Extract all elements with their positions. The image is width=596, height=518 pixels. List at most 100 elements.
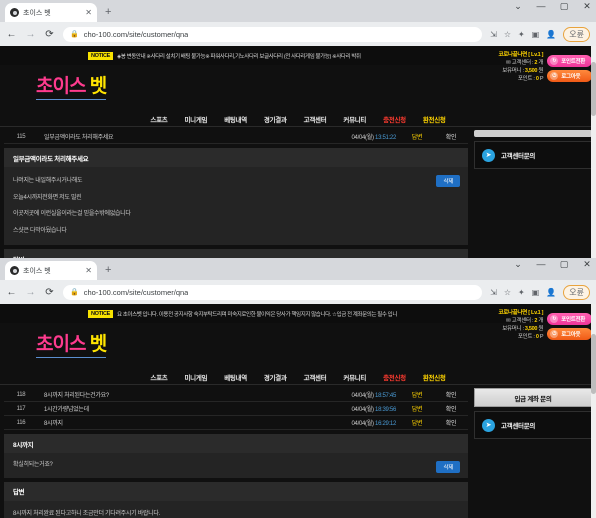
row-check[interactable]: 확인 <box>434 404 468 413</box>
row-check[interactable]: 확인 <box>434 132 468 141</box>
table-row[interactable]: 118 8시까지 처리된다는건가요? 04/04(월) 18:57:45 답변 … <box>4 388 468 402</box>
nav-item-betting-history[interactable]: 베팅내역 <box>224 114 247 124</box>
nav-item-charge[interactable]: 충전신청 <box>383 372 406 382</box>
cs-unit: 개 <box>538 317 544 324</box>
page-scrollbar[interactable] <box>591 46 596 258</box>
table-row[interactable]: 117 1시간가량넘었는데 04/04(월) 18:39:56 답변 확인 <box>4 402 468 416</box>
nav-item-sports[interactable]: 스포츠 <box>150 372 167 382</box>
close-window-icon[interactable]: ✕ <box>582 2 592 11</box>
minimize-icon[interactable]: — <box>536 260 546 269</box>
money-unit: 원 <box>538 67 544 74</box>
extensions-icon[interactable]: ✦ <box>518 288 525 297</box>
tab-strip: 초이스 벳 ✕ + ⌄ — ▢ ✕ <box>0 0 596 22</box>
sidepanel-icon[interactable]: ▣ <box>532 30 540 39</box>
nav-item-exchange[interactable]: 환전신청 <box>423 372 446 382</box>
close-window-icon[interactable]: ✕ <box>582 260 592 269</box>
logout-button[interactable]: ⏻ 로그아웃 <box>547 70 592 82</box>
maximize-icon[interactable]: ▢ <box>559 260 569 269</box>
nav-item-minigame[interactable]: 미니게임 <box>184 114 207 124</box>
deposit-inquiry-label: 입금 계좌 문의 <box>514 395 552 403</box>
sidebar-placeholder-bar <box>474 130 592 137</box>
logo-text-second: 벳 <box>89 334 108 355</box>
web-page-2: NOTICE 요 초이스벳 입니다. 이용전 공지사항 숙지부탁드리며 미숙지로… <box>0 304 596 518</box>
minimize-icon[interactable]: — <box>536 2 546 11</box>
page-scrollbar[interactable] <box>591 304 596 518</box>
bookmark-star-icon[interactable]: ☆ <box>504 30 511 39</box>
row-date-text: 04/04(월) <box>351 393 374 399</box>
browser-tab[interactable]: 초이스 벳 ✕ <box>5 3 97 22</box>
nav-item-exchange[interactable]: 환전신청 <box>423 114 446 124</box>
scrollbar-thumb[interactable] <box>591 334 596 394</box>
nav-item-results[interactable]: 경기결과 <box>264 114 287 124</box>
share-icon[interactable]: ⇲ <box>490 30 497 39</box>
sidepanel-icon[interactable]: ▣ <box>532 288 540 297</box>
tab-search-icon[interactable]: ⌄ <box>513 260 523 269</box>
profile-pill[interactable]: 오륜 <box>563 284 590 300</box>
deposit-inquiry-button[interactable]: 입금 계좌 문의 <box>474 388 592 407</box>
nav-item-customer-center[interactable]: 고객센터 <box>304 372 327 382</box>
address-bar[interactable]: 🔒 cho-100.com/site/customer/qna <box>63 284 483 300</box>
logout-button[interactable]: ⏻ 로그아웃 <box>547 328 592 340</box>
point-convert-button[interactable]: ↻ 포인트전환 <box>547 313 592 325</box>
row-check[interactable]: 확인 <box>434 418 468 427</box>
tab-title: 초이스 벳 <box>23 267 51 275</box>
nav-item-charge[interactable]: 충전신청 <box>383 114 406 124</box>
nav-item-minigame[interactable]: 미니게임 <box>184 372 207 382</box>
back-icon[interactable]: ← <box>6 29 17 40</box>
nav-item-community[interactable]: 커뮤니티 <box>343 114 366 124</box>
browser-tab[interactable]: 초이스 벳 ✕ <box>5 261 97 280</box>
reply-body: 8시까지 처리완료 된다고하니 조금만더 기다려주시기 바랍니다. <box>4 500 468 518</box>
nav-item-customer-center[interactable]: 고객센터 <box>304 114 327 124</box>
user-name: 코로나끝나면 [ Lv.1 ] <box>498 52 544 58</box>
cs-inquiry-button[interactable]: ➤ 고객센터문의 <box>474 141 592 169</box>
post-line: 스샷은 다막아뒀습니다 <box>13 227 67 234</box>
new-tab-button[interactable]: + <box>105 265 111 276</box>
account-icon[interactable]: 👤 <box>546 30 556 39</box>
forward-icon[interactable]: → <box>25 287 36 298</box>
delete-button[interactable]: 삭제 <box>436 175 460 187</box>
point-label: 포인트 : <box>517 333 535 340</box>
nav-item-results[interactable]: 경기결과 <box>264 372 287 382</box>
post-body: 삭제 확실히되는거죠? <box>4 453 468 478</box>
main-navigation: 스포츠 미니게임 베팅내역 경기결과 고객센터 커뮤니티 충전신청 환전신청 <box>0 369 596 385</box>
bookmark-star-icon[interactable]: ☆ <box>504 288 511 297</box>
address-bar[interactable]: 🔒 cho-100.com/site/customer/qna <box>63 26 483 42</box>
back-icon[interactable]: ← <box>6 287 17 298</box>
share-icon[interactable]: ⇲ <box>490 288 497 297</box>
row-title: 8시까지 처리된다는건가요? <box>44 393 109 399</box>
extensions-icon[interactable]: ✦ <box>518 30 525 39</box>
maximize-icon[interactable]: ▢ <box>559 2 569 11</box>
new-tab-button[interactable]: + <box>105 7 111 18</box>
post-line: 이곳저곳에 이런실을이라는걸 믿을수밖에없습니다 <box>13 211 131 217</box>
profile-pill[interactable]: 오륜 <box>563 26 590 42</box>
nav-item-betting-history[interactable]: 베팅내역 <box>224 372 247 382</box>
point-convert-label: 포인트전환 <box>561 59 585 65</box>
logo-text-first: 초이스 <box>36 76 86 97</box>
nav-item-sports[interactable]: 스포츠 <box>150 114 167 124</box>
refresh-icon: ↻ <box>550 57 559 65</box>
cs-inquiry-button[interactable]: ➤ 고객센터문의 <box>474 411 592 439</box>
site-logo[interactable]: 초이스 벳 <box>36 71 107 100</box>
money-row: 보유머니 : 3,500 원 <box>498 68 543 76</box>
nav-item-community[interactable]: 커뮤니티 <box>343 372 366 382</box>
table-row[interactable]: 116 8시까지 04/04(월) 16:29:12 답변 확인 <box>4 416 468 430</box>
page-body-2: 118 8시까지 처리된다는건가요? 04/04(월) 18:57:45 답변 … <box>0 385 596 518</box>
money-value: 3,500 <box>524 67 538 74</box>
delete-button[interactable]: 삭제 <box>436 461 460 473</box>
reload-icon[interactable]: ⟳ <box>44 29 55 40</box>
scrollbar-thumb[interactable] <box>591 62 596 116</box>
url-text: cho-100.com/site/customer/qna <box>83 29 189 39</box>
row-check[interactable]: 확인 <box>434 390 468 399</box>
reply-header: 답변 <box>13 489 25 496</box>
table-row[interactable]: 115 일부금액이라도 처리해주세요 04/04(월) 13:51:22 답변 … <box>4 130 468 144</box>
forward-icon[interactable]: → <box>25 29 36 40</box>
notice-badge: NOTICE <box>88 51 113 60</box>
point-convert-button[interactable]: ↻ 포인트전환 <box>547 55 592 67</box>
site-logo[interactable]: 초이스 벳 <box>36 329 108 358</box>
tab-search-icon[interactable]: ⌄ <box>513 2 523 11</box>
account-icon[interactable]: 👤 <box>546 288 556 297</box>
close-tab-icon[interactable]: ✕ <box>85 266 92 275</box>
reload-icon[interactable]: ⟳ <box>44 287 55 298</box>
close-tab-icon[interactable]: ✕ <box>85 8 92 17</box>
telegram-icon: ➤ <box>482 148 495 162</box>
